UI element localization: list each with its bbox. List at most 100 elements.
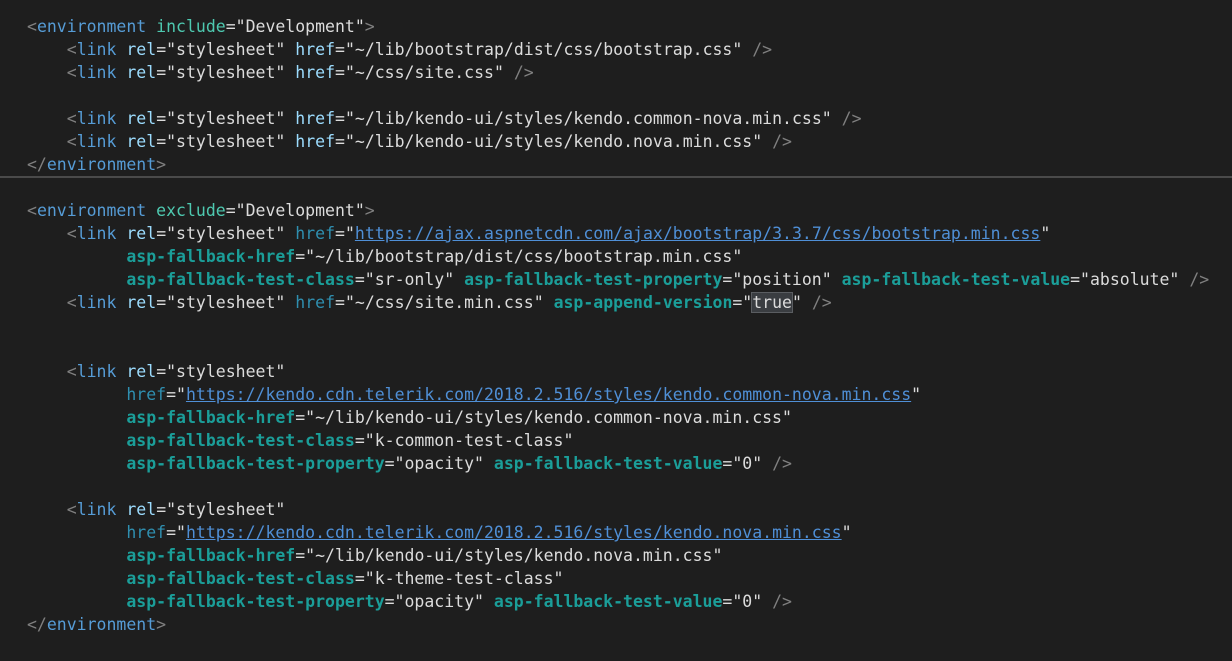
- code-token: />: [752, 40, 773, 59]
- code-token: ="stylesheet": [156, 293, 296, 312]
- url-link[interactable]: https://kendo.cdn.telerik.com/2018.2.516…: [186, 385, 911, 404]
- code-token: asp-fallback-test-value: [493, 454, 723, 473]
- section-separator: [0, 176, 1232, 178]
- code-line-text: href="https://kendo.cdn.telerik.com/2018…: [27, 521, 851, 544]
- code-line[interactable]: [0, 314, 1232, 337]
- code-line[interactable]: [0, 337, 1232, 360]
- code-line[interactable]: </environment>: [0, 613, 1232, 636]
- code-token: >: [156, 615, 167, 634]
- url-link[interactable]: https://kendo.cdn.telerik.com/2018.2.516…: [186, 523, 842, 542]
- code-line-text: asp-fallback-test-class="k-common-test-c…: [27, 429, 573, 452]
- code-line-text: </environment>: [27, 613, 166, 636]
- code-token: </: [27, 615, 47, 634]
- code-token: ="opacity": [384, 454, 494, 473]
- code-token: <: [66, 224, 77, 243]
- code-token: ="stylesheet": [156, 362, 286, 381]
- code-token: <: [66, 293, 77, 312]
- code-line[interactable]: <link rel="stylesheet" href="~/css/site.…: [0, 61, 1232, 84]
- code-token: href: [295, 132, 336, 151]
- code-token: ="opacity": [384, 592, 494, 611]
- code-token: ="stylesheet": [156, 40, 296, 59]
- code-token: asp-fallback-test-class: [126, 431, 355, 450]
- code-line-text: <link rel="stylesheet" href="~/lib/boots…: [27, 38, 772, 61]
- code-token: />: [772, 132, 792, 151]
- code-token: ="~/lib/kendo-ui/styles/kendo.nova.min.c…: [295, 546, 723, 565]
- code-line[interactable]: asp-fallback-test-class="k-common-test-c…: [0, 429, 1232, 452]
- code-token: ="stylesheet": [156, 109, 296, 128]
- url-link[interactable]: https://ajax.aspnetcdn.com/ajax/bootstra…: [355, 224, 1040, 243]
- code-line-text: <link rel="stylesheet" href="~/lib/kendo…: [27, 107, 862, 130]
- code-line[interactable]: asp-fallback-href="~/lib/bootstrap/dist/…: [0, 245, 1232, 268]
- code-token: ="~/lib/kendo-ui/styles/kendo.nova.min.c…: [335, 132, 773, 151]
- code-token: />: [1189, 270, 1210, 289]
- code-line[interactable]: [0, 176, 1232, 199]
- code-line[interactable]: </environment>: [0, 153, 1232, 176]
- code-line[interactable]: asp-fallback-href="~/lib/kendo-ui/styles…: [0, 544, 1232, 567]
- code-editor[interactable]: <environment include="Development"> <lin…: [0, 0, 1232, 661]
- code-line[interactable]: asp-fallback-test-class="k-theme-test-cl…: [0, 567, 1232, 590]
- code-token: href: [295, 293, 336, 312]
- code-line[interactable]: <environment exclude="Development">: [0, 199, 1232, 222]
- code-line[interactable]: href="https://kendo.cdn.telerik.com/2018…: [0, 521, 1232, 544]
- code-line-text: <link rel="stylesheet": [27, 498, 286, 521]
- code-line[interactable]: [0, 84, 1232, 107]
- code-token: />: [841, 109, 862, 128]
- code-token: ": [1040, 224, 1051, 243]
- code-token: ="sr-only": [354, 270, 465, 289]
- highlighted-word: true: [751, 292, 793, 313]
- code-line[interactable]: <link rel="stylesheet": [0, 498, 1232, 521]
- code-token: />: [811, 293, 832, 312]
- code-line[interactable]: asp-fallback-test-property="opacity" asp…: [0, 452, 1232, 475]
- code-line[interactable]: <link rel="stylesheet" href="~/lib/boots…: [0, 38, 1232, 61]
- code-token: ": [792, 293, 812, 312]
- code-line[interactable]: <link rel="stylesheet" href="~/css/site.…: [0, 291, 1232, 314]
- code-token: href: [126, 523, 167, 542]
- code-token: >: [364, 201, 375, 220]
- code-token: asp-fallback-href: [126, 408, 296, 427]
- code-token: <: [27, 17, 37, 36]
- code-token: ="Development": [225, 17, 365, 36]
- code-token: ="~/lib/kendo-ui/styles/kendo.common-nov…: [335, 109, 842, 128]
- code-token: ="~/lib/kendo-ui/styles/kendo.common-nov…: [295, 408, 792, 427]
- code-line[interactable]: <link rel="stylesheet": [0, 360, 1232, 383]
- code-token: rel: [126, 362, 157, 381]
- code-token: environment: [46, 155, 157, 174]
- code-token: ="0": [722, 592, 773, 611]
- code-token: asp-fallback-href: [126, 546, 296, 565]
- code-token: link: [76, 500, 117, 519]
- code-token: ="0": [722, 454, 773, 473]
- code-line[interactable]: asp-fallback-href="~/lib/kendo-ui/styles…: [0, 406, 1232, 429]
- code-token: href: [295, 224, 336, 243]
- code-line[interactable]: asp-fallback-test-class="sr-only" asp-fa…: [0, 268, 1232, 291]
- code-line[interactable]: <link rel="stylesheet" href="~/lib/kendo…: [0, 130, 1232, 153]
- code-line-text: </environment>: [27, 153, 166, 176]
- code-token: rel: [126, 132, 157, 151]
- code-token: rel: [126, 109, 157, 128]
- code-token: <: [66, 500, 77, 519]
- code-line[interactable]: <link rel="stylesheet" href="https://aja…: [0, 222, 1232, 245]
- code-line[interactable]: [0, 475, 1232, 498]
- code-token: asp-fallback-test-value: [841, 270, 1071, 289]
- code-line-text: <environment include="Development">: [27, 15, 375, 38]
- code-line-text: asp-fallback-href="~/lib/bootstrap/dist/…: [27, 245, 742, 268]
- code-line[interactable]: href="https://kendo.cdn.telerik.com/2018…: [0, 383, 1232, 406]
- code-line[interactable]: <link rel="stylesheet" href="~/lib/kendo…: [0, 107, 1232, 130]
- code-line[interactable]: <environment include="Development">: [0, 15, 1232, 38]
- code-token: rel: [126, 40, 157, 59]
- code-line[interactable]: asp-fallback-test-property="opacity" asp…: [0, 590, 1232, 613]
- code-line-text: <link rel="stylesheet" href="~/css/site.…: [27, 61, 534, 84]
